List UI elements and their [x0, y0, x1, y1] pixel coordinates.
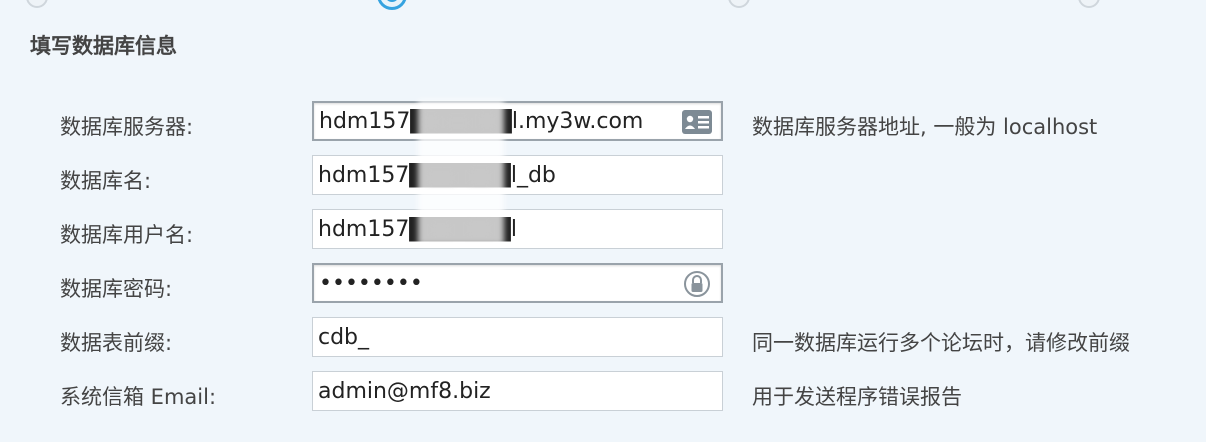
- dbname-label: 数据库名:: [60, 169, 152, 193]
- step-1-dot: [26, 0, 48, 8]
- dbhost-hint: 数据库服务器地址, 一般为 localhost: [752, 115, 1098, 139]
- dbname-field-box: [312, 155, 723, 195]
- dbuser-input[interactable]: [313, 210, 722, 248]
- form-row-dbpw: 数据库密码:: [0, 263, 1206, 305]
- password-lock-icon[interactable]: [681, 270, 713, 298]
- tablepre-hint: 同一数据库运行多个论坛时，请修改前缀: [752, 331, 1130, 355]
- dbpw-label: 数据库密码:: [60, 277, 173, 301]
- dbname-input[interactable]: [313, 156, 722, 194]
- dbpw-input[interactable]: [314, 265, 721, 301]
- adminemail-field-box: [312, 371, 723, 411]
- form-row-dbhost: 数据库服务器: 数据库服务器地址, 一般为 localhost: [0, 101, 1206, 143]
- dbpw-field-box: [312, 263, 723, 303]
- dbuser-label: 数据库用户名:: [60, 223, 194, 247]
- dbhost-field-box: [312, 101, 723, 141]
- step-4-dot: [1078, 0, 1100, 8]
- step-3-dot: [728, 0, 750, 8]
- tablepre-label: 数据表前缀:: [60, 331, 173, 355]
- dbhost-label: 数据库服务器:: [60, 115, 194, 139]
- form-row-adminemail: 系统信箱 Email: 用于发送程序错误报告: [0, 371, 1206, 413]
- adminemail-hint: 用于发送程序错误报告: [752, 385, 962, 409]
- step-2-dot-active: [377, 0, 407, 10]
- dbhost-input[interactable]: [314, 103, 721, 139]
- contact-card-icon[interactable]: [681, 108, 713, 136]
- dbuser-field-box: [312, 209, 723, 249]
- adminemail-label: 系统信箱 Email:: [60, 385, 217, 409]
- form-row-dbname: 数据库名:: [0, 155, 1206, 197]
- form-row-tablepre: 数据表前缀: 同一数据库运行多个论坛时，请修改前缀: [0, 317, 1206, 359]
- form-row-dbuser: 数据库用户名:: [0, 209, 1206, 251]
- section-title: 填写数据库信息: [30, 34, 177, 58]
- tablepre-field-box: [312, 317, 723, 357]
- adminemail-input[interactable]: [313, 372, 722, 410]
- tablepre-input[interactable]: [313, 318, 722, 356]
